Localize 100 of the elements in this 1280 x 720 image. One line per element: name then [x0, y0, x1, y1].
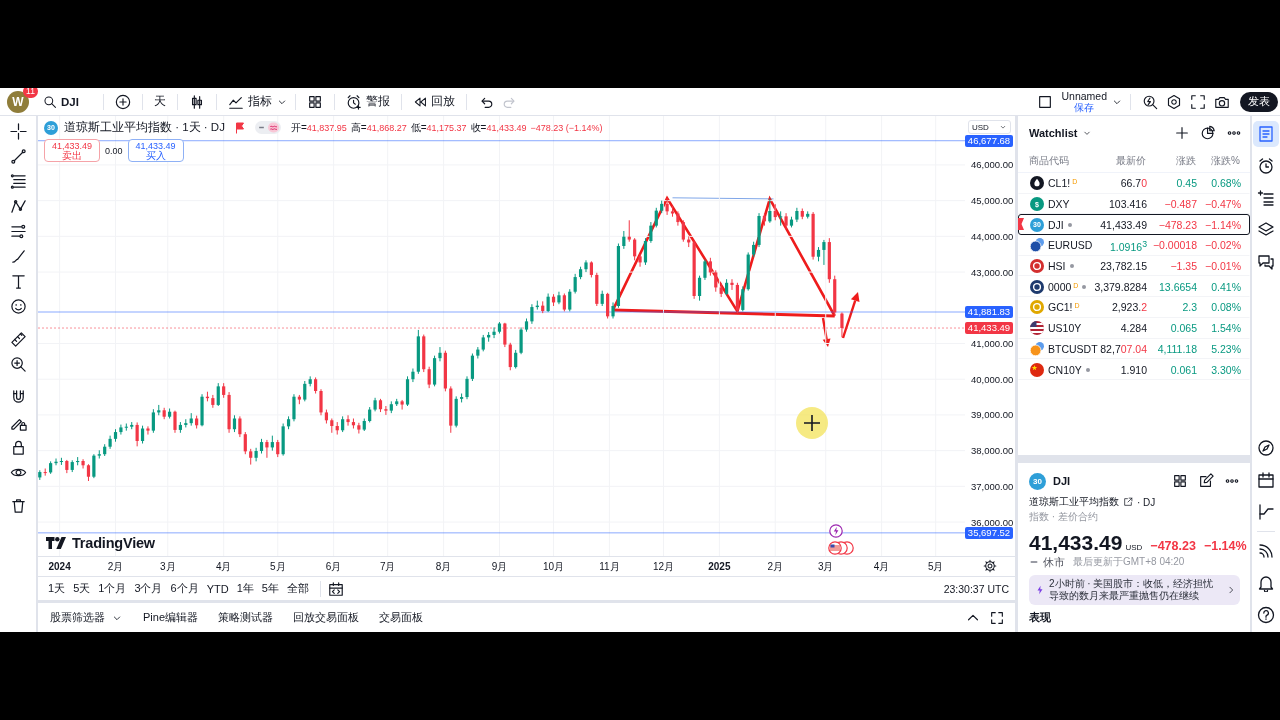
lightning-icon: [1035, 585, 1045, 595]
caret-icon: [999, 123, 1007, 131]
settings-icon[interactable]: [983, 559, 997, 573]
up-arrow[interactable]: [841, 292, 860, 339]
column-header[interactable]: 最新价: [1116, 154, 1146, 168]
watchlist-menu-button[interactable]: Watchlist: [1029, 127, 1092, 139]
watchlist-row[interactable]: CN10Y 1.910 0.061 3.30%: [1018, 359, 1250, 380]
alarm-clock-icon: [345, 93, 362, 110]
horizontal-line[interactable]: [672, 197, 774, 200]
alert-button[interactable]: 警报: [341, 90, 394, 113]
price-tick-label: 44,000.00: [971, 230, 1014, 242]
indicators-button[interactable]: 指标: [223, 90, 276, 113]
change-percent-cell: 5.23%: [1211, 342, 1241, 355]
horizontal-line[interactable]: [612, 308, 835, 318]
change-cell: 2.3: [1182, 301, 1197, 314]
range-button[interactable]: 5年: [257, 578, 283, 599]
plus-circle-icon[interactable]: [114, 93, 131, 110]
instrument-name[interactable]: 道琼斯工业平均指数: [1029, 495, 1119, 509]
chevron-right-icon: [1226, 585, 1236, 595]
change-cell: 13.6654: [1159, 280, 1197, 293]
flag-icon[interactable]: [234, 121, 245, 134]
range-button[interactable]: 3个月: [130, 578, 167, 599]
time-tick-label: 2月: [767, 561, 784, 572]
settings-icon[interactable]: [1166, 93, 1182, 110]
symbol-name: EURUSD: [1048, 239, 1093, 252]
symbol-name: DJI: [1048, 218, 1064, 231]
edit-icon[interactable]: [1198, 473, 1214, 489]
spread-value: 0.00: [105, 145, 123, 156]
column-header[interactable]: 涨跌: [1176, 154, 1196, 168]
symbol-name: DJI: [1053, 475, 1071, 487]
rewind-icon: [412, 94, 427, 109]
panel-tab[interactable]: 股票筛选器: [50, 606, 123, 629]
percent-change: −1.14%: [1203, 539, 1247, 553]
down-arrow[interactable]: [821, 317, 831, 347]
panel-tab[interactable]: 交易面板: [379, 606, 424, 629]
price-change: −478.23 (−1.14%): [530, 122, 603, 133]
currency-label: USD: [1125, 543, 1143, 552]
change-cell: −0.00018: [1152, 239, 1197, 252]
replay-button[interactable]: 回放: [408, 90, 459, 113]
calendar-arrows-icon[interactable]: [327, 580, 344, 597]
range-button[interactable]: 全部: [282, 578, 313, 599]
watchlist-row[interactable]: US10Y 4.284 0.065 1.54%: [1018, 317, 1250, 339]
news-banner[interactable]: 2小时前 · 美国股市：收低，经济担忧导致的数月来最严重抛售仍在继续: [1029, 575, 1240, 605]
change-cell: 0.45: [1176, 177, 1197, 190]
change-percent-cell: 1.54%: [1211, 322, 1241, 335]
time-tick-label: 3月: [160, 561, 176, 572]
time-tick-label: 4月: [215, 561, 232, 572]
price-tick-label: 37,000.00: [971, 480, 1014, 492]
time-tick-label: 5月: [269, 561, 286, 572]
clock-time: 23:30:37 UTC: [943, 582, 1009, 595]
range-button[interactable]: YTD: [202, 578, 233, 599]
change-percent-cell: 0.41%: [1211, 280, 1241, 293]
toggle-pill-icon[interactable]: [254, 121, 281, 134]
lightning-search-icon[interactable]: [1142, 93, 1158, 110]
price-tick-label: 43,000.00: [971, 266, 1014, 278]
time-tick-label: 9月: [491, 561, 508, 572]
range-button[interactable]: 5天: [69, 578, 95, 599]
publish-button[interactable]: 发表: [1240, 91, 1278, 112]
layout-name-button[interactable]: Unnamed 保存: [1057, 88, 1111, 115]
lightning-circle-icon[interactable]: [829, 524, 843, 538]
flag-circles-icon[interactable]: [828, 541, 856, 555]
column-header[interactable]: 商品代码: [1022, 154, 1088, 168]
interval-button[interactable]: 天: [149, 90, 170, 113]
corner-brackets-icon[interactable]: [989, 609, 1005, 626]
column-header[interactable]: 涨跌%: [1211, 154, 1240, 168]
plus-icon[interactable]: [1174, 125, 1190, 141]
buy-button[interactable]: 41,433.49 买入: [127, 139, 184, 162]
watchlist-row[interactable]: HSI 23,782.15 −1.35 −0.01%: [1018, 255, 1250, 277]
price-change: −478.23: [1150, 539, 1196, 553]
last-price: 41,433.49: [1029, 531, 1123, 555]
change-percent-cell: 3.30%: [1211, 363, 1241, 376]
search-icon: [43, 94, 57, 109]
corner-brackets-icon[interactable]: [1190, 93, 1206, 110]
watchlist-row[interactable]: BTCUSDT 82,707.04 4,111.18 5.23%: [1018, 338, 1250, 360]
last-price-cell: 3,379.8284: [1094, 280, 1147, 293]
zigzag-line[interactable]: [611, 195, 836, 317]
sell-button[interactable]: 41,433.49 卖出: [44, 139, 100, 162]
symbol-name: US10Y: [1048, 322, 1082, 335]
ohlc-value: 开=41,837.95: [290, 120, 347, 135]
external-link-icon[interactable]: [1123, 497, 1133, 507]
range-button[interactable]: 6个月: [166, 578, 203, 599]
pie-chart-icon[interactable]: [1200, 125, 1216, 141]
panel-tab[interactable]: Pine编辑器: [143, 606, 199, 629]
range-button[interactable]: 1个月: [94, 578, 131, 599]
watchlist-row[interactable]: EURUSD 1.0916$^{3}$ −0.00018 −0.02%: [1018, 235, 1250, 256]
price-tick-label: 41,000.00: [971, 338, 1014, 349]
flag-marker-icon[interactable]: [1018, 218, 1024, 231]
symbol-search-button[interactable]: DJI: [39, 90, 83, 113]
change-cell: −0.487: [1164, 198, 1197, 211]
panel-tab[interactable]: 回放交易面板: [293, 606, 360, 629]
grid-icon[interactable]: [1172, 473, 1188, 489]
range-button[interactable]: 1年: [232, 578, 258, 599]
square-icon[interactable]: [1037, 93, 1054, 110]
currency-button[interactable]: USD: [968, 120, 1011, 134]
symbol-badge: 30: [1029, 472, 1046, 490]
symbol-title[interactable]: 道琼斯工业平均指数 · 1天 · DJ: [64, 120, 225, 135]
range-button[interactable]: 1天: [44, 578, 70, 599]
panel-tab[interactable]: 策略测试器: [218, 606, 274, 629]
list-document-icon[interactable]: [1253, 121, 1279, 147]
grid-icon[interactable]: [306, 93, 323, 110]
